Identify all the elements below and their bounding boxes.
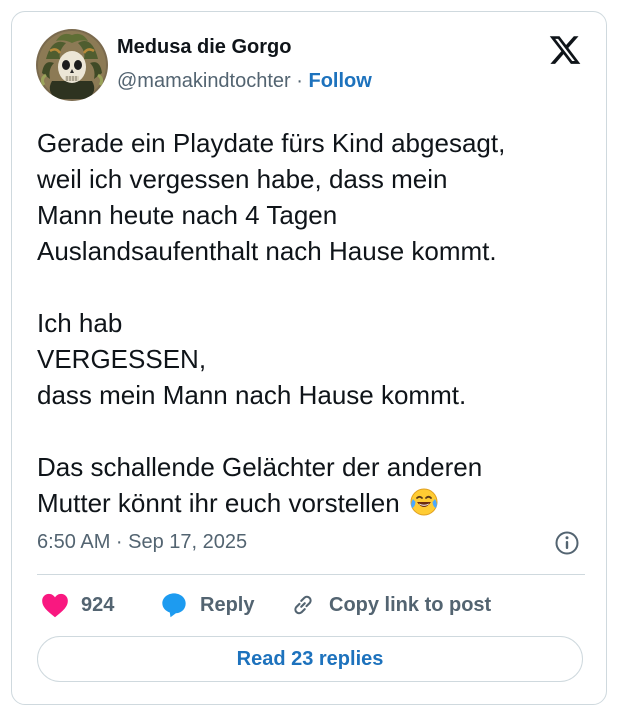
reply-button[interactable]: Reply — [160, 590, 254, 620]
reply-label: Reply — [200, 593, 255, 616]
author-name[interactable]: Medusa die Gorgo — [117, 36, 291, 59]
author-handle[interactable]: @mamakindtochter — [117, 70, 291, 92]
tweet-line: Auslandsaufenthalt nach Hause kommt. — [37, 236, 497, 266]
copy-link-button[interactable]: Copy link to post — [289, 590, 491, 620]
tweet-line: Mann heute nach 4 Tagen — [37, 200, 338, 230]
tweet-line-text: Mutter könnt ihr euch vorstellen — [37, 488, 400, 518]
tweet-paragraph: Das schallende Gelächter der anderen Mut… — [37, 449, 597, 521]
tweet-line: weil ich vergessen habe, dass mein — [37, 164, 448, 194]
avatar[interactable] — [36, 29, 108, 101]
read-replies-button[interactable]: Read 23 replies — [37, 636, 583, 682]
tweet-paragraph: Ich hab VERGESSEN, dass mein Mann nach H… — [37, 305, 597, 413]
copy-link-label: Copy link to post — [329, 593, 492, 616]
tweet-text: Gerade ein Playdate fürs Kind abgesagt, … — [37, 125, 597, 521]
follow-button[interactable]: Follow — [308, 70, 371, 92]
link-icon — [294, 595, 312, 615]
tweet-line: Mutter könnt ihr euch vorstellen — [37, 485, 597, 521]
heart-icon — [42, 593, 68, 618]
tweet-paragraph: Gerade ein Playdate fürs Kind abgesagt, … — [37, 125, 597, 269]
tweet-line: Gerade ein Playdate fürs Kind abgesagt, — [37, 128, 506, 158]
handle-separator: · — [290, 70, 309, 92]
tweet-line: dass mein Mann nach Hause kommt. — [37, 380, 467, 410]
tweet-card: Medusa die Gorgo @mamakindtochter · Foll… — [11, 11, 607, 705]
like-count: 924 — [81, 593, 115, 616]
info-icon[interactable] — [554, 530, 580, 556]
tweet-timestamp[interactable]: 6:50 AM · Sep 17, 2025 — [37, 531, 247, 554]
tweet-line: VERGESSEN, — [37, 344, 207, 374]
tweet-line: Ich hab — [37, 308, 123, 338]
x-logo-icon[interactable] — [548, 33, 582, 67]
divider — [37, 574, 585, 575]
reply-bubble-icon — [162, 593, 186, 618]
face-with-tears-of-joy-icon — [409, 487, 439, 517]
author-handle-row: @mamakindtochter · Follow — [117, 70, 372, 93]
tweet-line: Das schallende Gelächter der anderen — [37, 452, 483, 482]
medusa-skull-avatar — [36, 29, 108, 101]
like-button[interactable]: 924 — [41, 590, 114, 620]
